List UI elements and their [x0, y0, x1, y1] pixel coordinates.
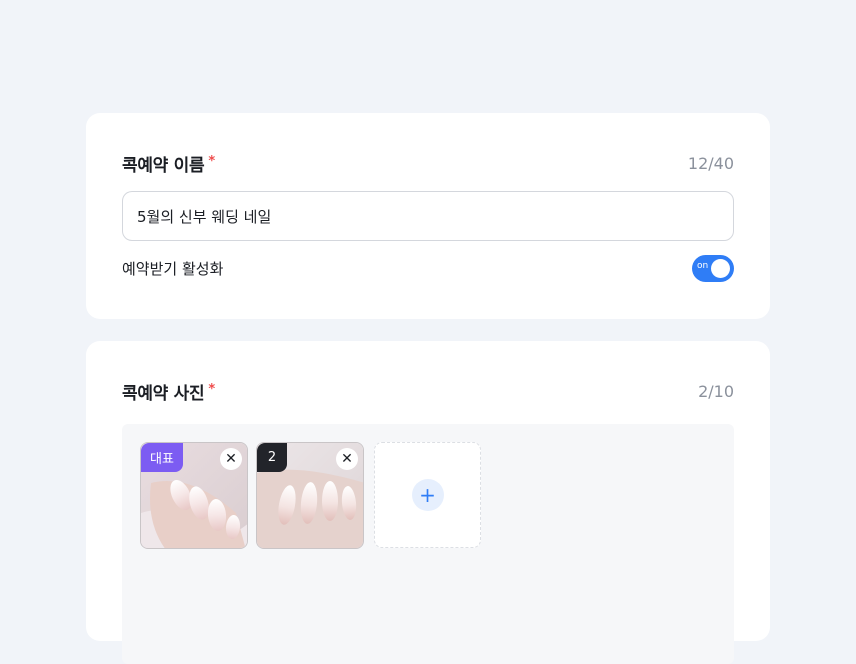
photo-thumbnail-main[interactable]: 대표 ✕	[140, 442, 248, 549]
name-header: 콕예약 이름 * 12/40	[122, 150, 734, 176]
name-card: 콕예약 이름 * 12/40 5월의 신부 웨딩 네일 예약받기 활성화 on	[86, 113, 770, 319]
name-input[interactable]: 5월의 신부 웨딩 네일	[122, 191, 734, 241]
photo-thumbnail-2[interactable]: 2 ✕	[256, 442, 364, 549]
name-title: 콕예약 이름	[122, 155, 205, 176]
photo-card: 콕예약 사진 * 2/10 대표 ✕ 2 ✕ +	[86, 341, 770, 664]
photo-upload-area: 대표 ✕ 2 ✕ +	[122, 424, 734, 664]
photo-title: 콕예약 사진	[122, 383, 205, 404]
photo-title-wrap: 콕예약 사진 *	[122, 379, 215, 404]
close-icon[interactable]: ✕	[220, 448, 242, 470]
name-input-value: 5월의 신부 웨딩 네일	[137, 207, 272, 226]
required-mark: *	[208, 381, 216, 397]
close-icon[interactable]: ✕	[336, 448, 358, 470]
photo-counter: 2/10	[698, 381, 734, 401]
plus-icon: +	[411, 479, 444, 511]
main-photo-badge: 대표	[141, 443, 183, 472]
booking-toggle-label: 예약받기 활성화	[122, 259, 224, 278]
toggle-on-text: on	[697, 260, 709, 271]
add-photo-button[interactable]: +	[374, 442, 481, 548]
booking-toggle-row: 예약받기 활성화 on	[122, 254, 734, 282]
name-char-counter: 12/40	[687, 153, 734, 173]
required-mark: *	[208, 153, 216, 169]
photo-header: 콕예약 사진 * 2/10	[122, 378, 734, 404]
name-title-wrap: 콕예약 이름 *	[122, 151, 215, 176]
photo-order-badge: 2	[257, 443, 287, 472]
toggle-knob	[711, 258, 730, 278]
booking-toggle-switch[interactable]: on	[692, 254, 734, 282]
